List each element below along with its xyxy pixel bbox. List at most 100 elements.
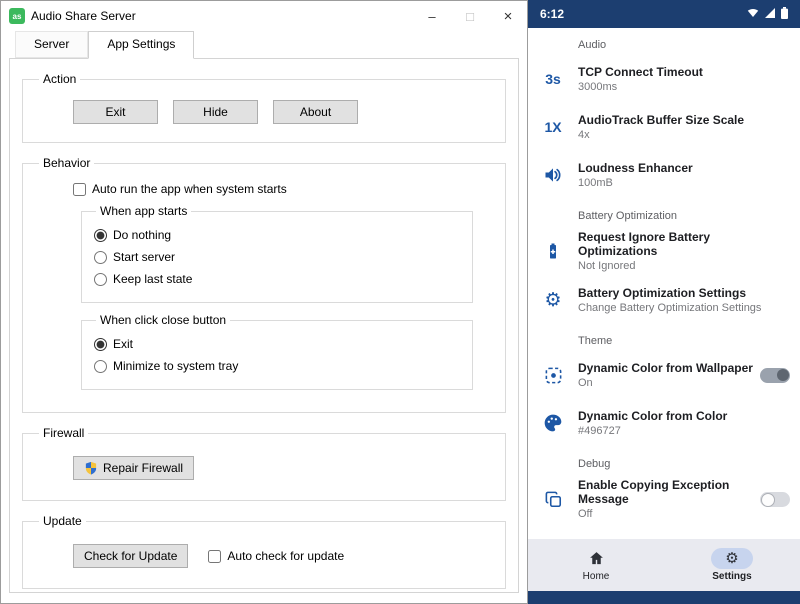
titlebar[interactable]: as Audio Share Server – □ × (1, 1, 527, 31)
update-groupbox: Update Check for Update Auto check for u… (22, 514, 506, 589)
maximize-button[interactable]: □ (451, 1, 489, 31)
status-time: 6:12 (540, 7, 564, 21)
nav-settings-label: Settings (712, 571, 751, 582)
update-group-label: Update (39, 514, 86, 528)
setting-subtitle: #496727 (578, 425, 727, 437)
firewall-group-label: Firewall (39, 426, 88, 440)
nav-home-label: Home (583, 571, 610, 582)
autorun-label: Auto run the app when system starts (92, 182, 287, 196)
exit-button[interactable]: Exit (73, 100, 158, 124)
setting-title: Request Ignore Battery Optimizations (578, 230, 790, 258)
repair-firewall-button[interactable]: Repair Firewall (73, 456, 194, 480)
setting-title: Dynamic Color from Wallpaper (578, 361, 753, 375)
nav-home[interactable]: Home (528, 539, 664, 591)
minimize-tray-radio[interactable] (94, 360, 107, 373)
uac-shield-icon (84, 461, 98, 475)
tab-strip: Server App Settings (1, 31, 527, 58)
setting-title: AudioTrack Buffer Size Scale (578, 113, 744, 127)
radio-minimize-tray-row[interactable]: Minimize to system tray (94, 359, 460, 373)
do-nothing-radio[interactable] (94, 229, 107, 242)
check-for-update-button[interactable]: Check for Update (73, 544, 188, 568)
audio-share-server-window: as Audio Share Server – □ × Server App S… (0, 0, 528, 604)
close-exit-radio[interactable] (94, 338, 107, 351)
setting-subtitle: On (578, 377, 753, 389)
setting-title: TCP Connect Timeout (578, 65, 703, 79)
app-settings-panel: Action Exit Hide About Behavior Auto run… (9, 58, 519, 593)
setting-subtitle: 100mB (578, 177, 693, 189)
setting-subtitle: 4x (578, 129, 744, 141)
copy-exception-toggle[interactable] (760, 492, 790, 507)
setting-subtitle: 3000ms (578, 81, 703, 93)
autorun-checkbox-row[interactable]: Auto run the app when system starts (73, 182, 495, 196)
home-icon (575, 548, 617, 569)
setting-audiotrack-buffer-size[interactable]: 1X AudioTrack Buffer Size Scale 4x (528, 103, 800, 151)
battery-icon (528, 241, 578, 261)
setting-title: Enable Copying Exception Message (578, 478, 760, 506)
settings-gear-icon: ⚙ (711, 548, 753, 569)
when-close-label: When click close button (96, 313, 230, 327)
hide-button[interactable]: Hide (173, 100, 258, 124)
section-header-theme: Theme (528, 324, 800, 351)
auto-check-update-checkbox[interactable] (208, 550, 221, 563)
status-icons (747, 7, 788, 22)
when-app-starts-label: When app starts (96, 204, 191, 218)
android-settings-screen: 6:12 Audio 3s TCP Connect Timeout 3000ms… (528, 0, 800, 604)
setting-title: Loudness Enhancer (578, 161, 693, 175)
setting-tcp-connect-timeout[interactable]: 3s TCP Connect Timeout 3000ms (528, 55, 800, 103)
section-header-battery-optimization: Battery Optimization (528, 199, 800, 226)
screenshot-root: as Audio Share Server – □ × Server App S… (0, 0, 800, 604)
about-button[interactable]: About (273, 100, 358, 124)
status-bar: 6:12 (528, 0, 800, 28)
action-group-label: Action (39, 72, 80, 86)
radio-close-exit-row[interactable]: Exit (94, 337, 460, 351)
wallpaper-color-toggle[interactable] (760, 368, 790, 383)
bottom-nav: Home ⚙ Settings (528, 539, 800, 591)
setting-enable-copying-exception-message[interactable]: Enable Copying Exception Message Off (528, 474, 800, 524)
setting-dynamic-color-from-color[interactable]: Dynamic Color from Color #496727 (528, 399, 800, 447)
minimize-tray-label: Minimize to system tray (113, 359, 238, 373)
setting-subtitle: Off (578, 508, 760, 520)
window-controls: – □ × (413, 1, 527, 31)
section-header-debug: Debug (528, 447, 800, 474)
setting-battery-optimization-settings[interactable]: ⚙ Battery Optimization Settings Change B… (528, 276, 800, 324)
palette-icon (528, 413, 578, 433)
tab-server[interactable]: Server (15, 31, 88, 58)
do-nothing-label: Do nothing (113, 228, 171, 242)
setting-subtitle: Change Battery Optimization Settings (578, 302, 761, 314)
when-close-groupbox: When click close button Exit Minimize to… (81, 313, 473, 390)
radio-start-server-row[interactable]: Start server (94, 250, 460, 264)
speaker-icon (528, 165, 578, 185)
radio-do-nothing-row[interactable]: Do nothing (94, 228, 460, 242)
behavior-group-label: Behavior (39, 156, 94, 170)
action-groupbox: Action Exit Hide About (22, 72, 506, 143)
section-header-audio: Audio (528, 28, 800, 55)
setting-subtitle: Not Ignored (578, 260, 790, 272)
gear-icon: ⚙ (528, 291, 578, 310)
window-title: Audio Share Server (31, 9, 136, 23)
1x-icon: 1X (528, 119, 578, 135)
radio-keep-last-state-row[interactable]: Keep last state (94, 272, 460, 286)
wallpaper-icon (528, 366, 578, 385)
app-icon: as (9, 8, 25, 24)
wifi-icon (747, 7, 759, 22)
auto-check-update-row[interactable]: Auto check for update (208, 549, 344, 563)
keep-last-state-radio[interactable] (94, 273, 107, 286)
repair-firewall-label: Repair Firewall (103, 461, 183, 475)
start-server-radio[interactable] (94, 251, 107, 264)
close-button[interactable]: × (489, 1, 527, 31)
nav-settings[interactable]: ⚙ Settings (664, 539, 800, 591)
start-server-label: Start server (113, 250, 175, 264)
firewall-groupbox: Firewall (22, 426, 506, 501)
setting-request-ignore-battery-optimizations[interactable]: Request Ignore Battery Optimizations Not… (528, 226, 800, 276)
minimize-button[interactable]: – (413, 1, 451, 31)
auto-check-update-label: Auto check for update (227, 549, 344, 563)
tab-app-settings[interactable]: App Settings (88, 31, 194, 59)
setting-loudness-enhancer[interactable]: Loudness Enhancer 100mB (528, 151, 800, 199)
behavior-groupbox: Behavior Auto run the app when system st… (22, 156, 506, 413)
setting-dynamic-color-from-wallpaper[interactable]: Dynamic Color from Wallpaper On (528, 351, 800, 399)
when-app-starts-groupbox: When app starts Do nothing Start server … (81, 204, 473, 303)
signal-icon (764, 7, 776, 22)
3s-icon: 3s (528, 71, 578, 87)
autorun-checkbox[interactable] (73, 183, 86, 196)
battery-status-icon (781, 7, 788, 22)
